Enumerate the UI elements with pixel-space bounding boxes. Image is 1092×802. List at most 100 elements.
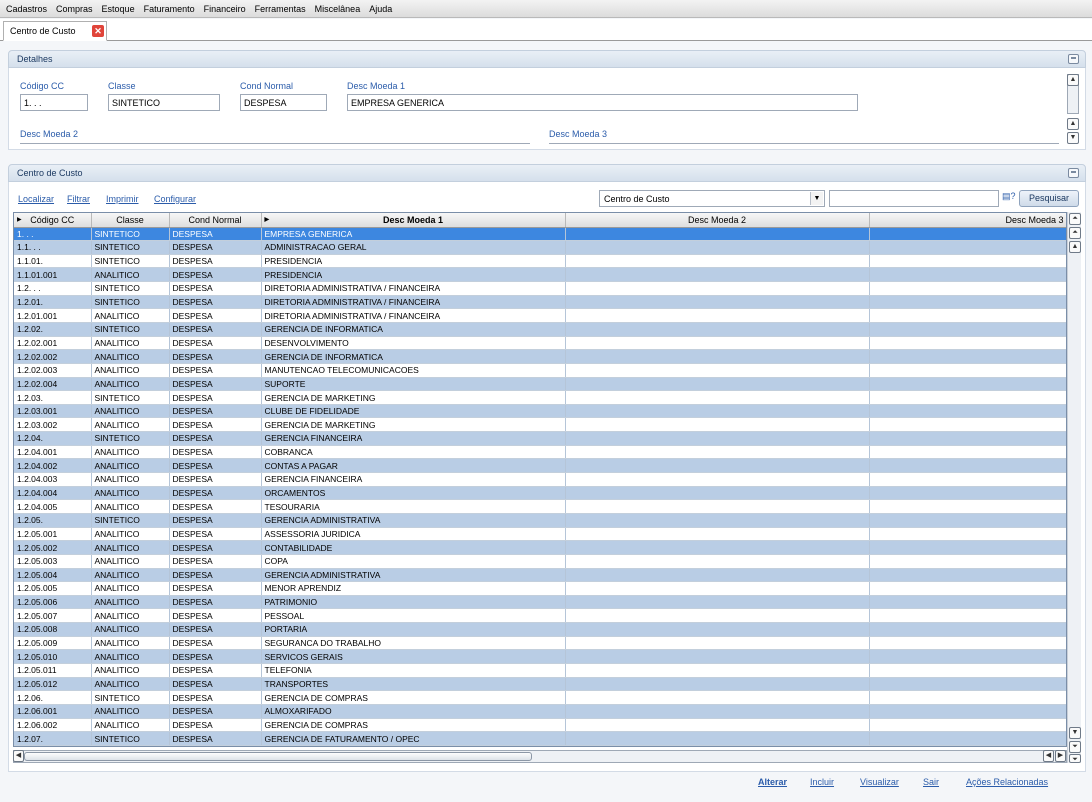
- scroll-top-icon[interactable]: ⏶: [1069, 213, 1081, 225]
- scroll-up-icon[interactable]: ▲: [1067, 118, 1079, 130]
- collapse-icon[interactable]: [1068, 54, 1079, 64]
- table-row[interactable]: 1.2.05.003 ANALITICO DESPESA COPA: [14, 554, 1066, 569]
- table-row[interactable]: 1.2.05.007 ANALITICO DESPESA PESSOAL: [14, 608, 1066, 624]
- table-row[interactable]: 1.2.02.001 ANALITICO DESPESA DESENVOLVIMENT…: [14, 336, 1066, 351]
- sair-button[interactable]: Sair: [923, 777, 939, 787]
- table-cell: 1.2.05.002: [14, 540, 92, 555]
- search-field-select[interactable]: Centro de Custo ▼: [599, 190, 825, 207]
- menu-faturamento[interactable]: Faturamento: [144, 4, 195, 14]
- col-desc-moeda-2[interactable]: Desc Moeda 2: [565, 213, 870, 228]
- localizar-link[interactable]: Localizar: [18, 194, 54, 204]
- col-desc-moeda-3[interactable]: Desc Moeda 3: [869, 213, 1066, 228]
- table-cell: DESPESA: [169, 718, 262, 733]
- search-input[interactable]: [829, 190, 999, 207]
- table-row[interactable]: 1.2.03.002 ANALITICO DESPESA GERENCIA DE MA…: [14, 417, 1066, 433]
- menu-cadastros[interactable]: Cadastros: [6, 4, 47, 14]
- incluir-button[interactable]: Incluir: [810, 777, 834, 787]
- scroll-page-up-icon[interactable]: ⏶: [1069, 227, 1081, 239]
- scroll-left-icon[interactable]: ◀: [1043, 750, 1054, 762]
- col-desc-moeda-1[interactable]: ▶ Desc Moeda 1: [261, 213, 566, 228]
- grid-vertical-scrollbar[interactable]: ⏶ ⏶ ▲ ▼ ⏷ ⏷: [1067, 212, 1081, 763]
- menu-miscelanea[interactable]: Miscelânea: [315, 4, 361, 14]
- details-scrollbar-top[interactable]: ▲: [1067, 74, 1079, 114]
- table-row[interactable]: 1.2.04. SINTETICO DESPESA GERENCIA FINANCEI…: [14, 431, 1066, 446]
- table-row[interactable]: 1.2.04.005 ANALITICO DESPESA TESOURARIA: [14, 499, 1066, 514]
- scroll-bottom-icon[interactable]: ⏷: [1069, 754, 1081, 763]
- table-cell: [565, 308, 870, 323]
- table-row[interactable]: 1.2.06.001 ANALITICO DESPESA ALMOXARIFADO: [14, 704, 1066, 719]
- table-cell: 1.1. . .: [14, 240, 92, 255]
- scroll-right-icon[interactable]: ▶: [1055, 750, 1066, 762]
- grid-horizontal-scrollbar[interactable]: ◀ ◀ ▶: [13, 750, 1067, 763]
- menu-compras[interactable]: Compras: [56, 4, 93, 14]
- col-classe[interactable]: Classe: [91, 213, 170, 228]
- scroll-up-icon[interactable]: ▲: [1067, 74, 1079, 86]
- tab-centro-de-custo[interactable]: Centro de Custo ✕: [3, 21, 107, 41]
- table-row[interactable]: 1.2.05.002 ANALITICO DESPESA CONTABILIDADE: [14, 540, 1066, 555]
- table-row[interactable]: 1.2.04.003 ANALITICO DESPESA GERENCIA FINAN…: [14, 472, 1066, 487]
- data-table[interactable]: ▶ Código CC Classe Cond Normal ▶ Desc Moed…: [13, 212, 1067, 747]
- table-row[interactable]: 1.2.05.004 ANALITICO DESPESA GERENCIA ADMIN…: [14, 568, 1066, 583]
- table-row[interactable]: 1.2.05.008 ANALITICO DESPESA PORTARIA: [14, 622, 1066, 637]
- table-row[interactable]: 1.2.05.012 ANALITICO DESPESA TRANSPORTES: [14, 677, 1066, 692]
- table-row[interactable]: 1.2.02.003 ANALITICO DESPESA MANUTENCAO TEL…: [14, 363, 1066, 378]
- table-row[interactable]: 1.2. . . SINTETICO DESPESA DIRETORIA ADMINI…: [14, 281, 1066, 296]
- configurar-link[interactable]: Configurar: [154, 194, 196, 204]
- col-codigo-cc[interactable]: ▶ Código CC: [14, 213, 92, 228]
- scroll-up-icon[interactable]: ▲: [1069, 241, 1081, 253]
- desc-moeda-2-field[interactable]: [20, 143, 530, 144]
- table-row[interactable]: 1.2.05. SINTETICO DESPESA GERENCIA ADMINIST…: [14, 513, 1066, 528]
- col-cond-normal[interactable]: Cond Normal: [169, 213, 262, 228]
- table-row[interactable]: 1.2.04.004 ANALITICO DESPESA ORCAMENTOS: [14, 486, 1066, 501]
- table-row[interactable]: 1.2.03.001 ANALITICO DESPESA CLUBE DE FIDEL…: [14, 404, 1066, 419]
- scroll-page-down-icon[interactable]: ⏷: [1069, 741, 1081, 753]
- menu-ajuda[interactable]: Ajuda: [369, 4, 392, 14]
- scroll-down-icon[interactable]: ▼: [1067, 132, 1079, 144]
- menu-ferramentas[interactable]: Ferramentas: [255, 4, 306, 14]
- desc-moeda-3-field[interactable]: [549, 143, 1059, 144]
- menu-estoque[interactable]: Estoque: [102, 4, 135, 14]
- table-row[interactable]: 1.2.04.001 ANALITICO DESPESA COBRANCA: [14, 445, 1066, 460]
- filtrar-link[interactable]: Filtrar: [67, 194, 90, 204]
- table-row[interactable]: 1.1.01.001 ANALITICO DESPESA PRESIDENCIA: [14, 267, 1066, 283]
- table-row[interactable]: 1. . . SINTETICO DESPESA EMPRESA GENERICA: [14, 227, 1066, 242]
- table-row[interactable]: 1.2.06.002 ANALITICO DESPESA GERENCIA DE CO…: [14, 718, 1066, 733]
- visualizar-button[interactable]: Visualizar: [860, 777, 899, 787]
- close-icon[interactable]: ✕: [92, 25, 104, 37]
- codigo-field[interactable]: 1. . .: [20, 94, 88, 111]
- table-row[interactable]: 1.2.06. SINTETICO DESPESA GERENCIA DE COMPR…: [14, 690, 1066, 705]
- table-row[interactable]: 1.2.02.004 ANALITICO DESPESA SUPORTE: [14, 377, 1066, 392]
- table-row[interactable]: 1.2.02. SINTETICO DESPESA GERENCIA DE INFOR…: [14, 322, 1066, 337]
- table-row[interactable]: 1.2.05.011 ANALITICO DESPESA TELEFONIA: [14, 663, 1066, 678]
- table-row[interactable]: 1.1. . . SINTETICO DESPESA ADMINISTRACAO GE…: [14, 240, 1066, 255]
- horizontal-scroll-thumb[interactable]: [24, 752, 532, 761]
- classe-field[interactable]: SINTETICO: [108, 94, 220, 111]
- table-row[interactable]: 1.2.04.002 ANALITICO DESPESA CONTAS A PAGAR: [14, 458, 1066, 474]
- menu-financeiro[interactable]: Financeiro: [204, 4, 246, 14]
- cond-normal-field[interactable]: DESPESA: [240, 94, 327, 111]
- pesquisar-button[interactable]: Pesquisar: [1019, 190, 1079, 207]
- table-row[interactable]: 1.2.03. SINTETICO DESPESA GERENCIA DE MARKE…: [14, 390, 1066, 405]
- table-cell: 1.2.05.006: [14, 595, 92, 610]
- table-cell: [565, 227, 870, 242]
- acoes-relacionadas-button[interactable]: Ações Relacionadas: [966, 777, 1048, 787]
- desc-moeda-1-field[interactable]: EMPRESA GENERICA: [347, 94, 858, 111]
- scroll-left-icon[interactable]: ◀: [13, 750, 24, 762]
- table-row[interactable]: 1.2.02.002 ANALITICO DESPESA GERENCIA DE IN…: [14, 349, 1066, 364]
- table-row[interactable]: 1.2.01.001 ANALITICO DESPESA DIRETORIA ADMI…: [14, 308, 1066, 323]
- search-options-icon[interactable]: ▤?: [1002, 191, 1018, 205]
- scroll-down-icon[interactable]: ▼: [1069, 727, 1081, 739]
- table-cell: [869, 308, 1066, 323]
- table-row[interactable]: 1.2.05.005 ANALITICO DESPESA MENOR APRENDIZ: [14, 581, 1066, 596]
- chevron-down-icon[interactable]: ▼: [810, 192, 823, 205]
- alterar-button[interactable]: Alterar: [758, 777, 787, 787]
- table-row[interactable]: 1.2.01. SINTETICO DESPESA DIRETORIA ADMINIS…: [14, 295, 1066, 310]
- table-row[interactable]: 1.2.05.006 ANALITICO DESPESA PATRIMONIO: [14, 595, 1066, 610]
- imprimir-link[interactable]: Imprimir: [106, 194, 139, 204]
- table-row[interactable]: 1.2.07. SINTETICO DESPESA GERENCIA DE FATUR…: [14, 731, 1066, 746]
- table-row[interactable]: 1.2.05.010 ANALITICO DESPESA SERVICOS GERAI…: [14, 649, 1066, 664]
- collapse-icon[interactable]: [1068, 168, 1079, 178]
- table-row[interactable]: 1.2.05.009 ANALITICO DESPESA SEGURANCA DO T…: [14, 636, 1066, 651]
- table-row[interactable]: 1.2.05.001 ANALITICO DESPESA ASSESSORIA JUR…: [14, 527, 1066, 542]
- table-row[interactable]: 1.1.01. SINTETICO DESPESA PRESIDENCIA: [14, 254, 1066, 269]
